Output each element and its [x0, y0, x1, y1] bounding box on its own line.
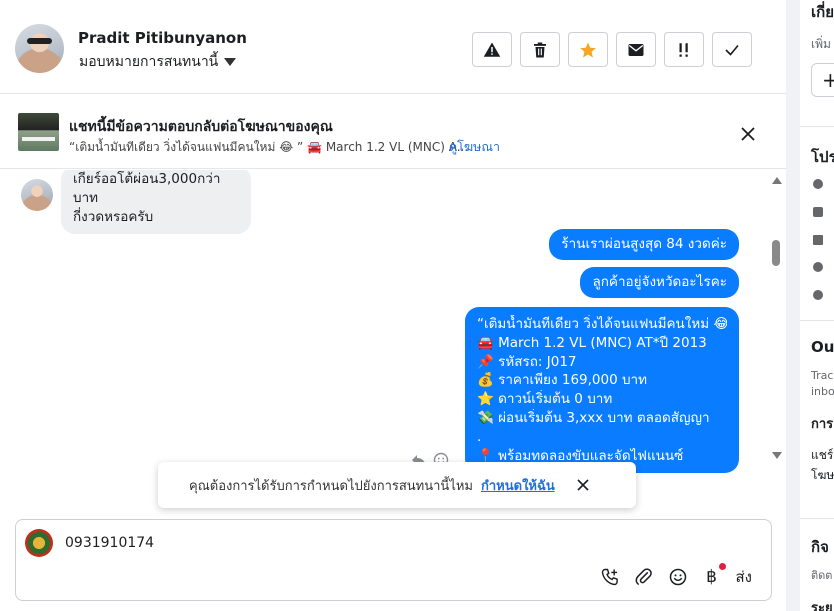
share-text: แชร์ [811, 448, 834, 462]
ad-banner-title: แชทนี้มีข้อความตอบกลับต่อโฆษณาของคุณ [69, 119, 333, 135]
message-line: 📌 รหัสรถ: J017 [477, 353, 577, 370]
close-banner-button[interactable] [738, 124, 758, 144]
activity-heading: กิจ [811, 538, 829, 556]
phone-plus-icon [601, 568, 618, 586]
location-pin-icon [813, 290, 823, 300]
conversation-header: Pradit Pitibunyanon มอบหมายการสนทนานี้ [0, 0, 786, 94]
double-exclamation-icon [679, 42, 688, 57]
activity-sub: ติดต [811, 569, 833, 582]
contact-avatar[interactable] [15, 24, 64, 73]
page-avatar [25, 529, 53, 557]
assign-dropdown[interactable]: มอบหมายการสนทนานี้ [79, 51, 237, 73]
location-pin-icon [813, 262, 823, 272]
add-button[interactable]: + [811, 63, 834, 97]
scroll-up-arrow-icon[interactable] [772, 177, 782, 184]
composer-toolbar: ฿ ส่ง [600, 563, 752, 589]
toast-message: คุณต้องการได้รับการกำหนดไปยังการสนทนานี้… [189, 478, 473, 494]
contact-avatar-small [21, 179, 53, 211]
contact-name[interactable]: Pradit Pitibunyanon [78, 29, 247, 47]
message-composer: ฿ ส่ง [15, 519, 772, 601]
check-icon [725, 44, 739, 56]
graduation-cap-icon [813, 235, 823, 245]
assign-toast: คุณต้องการได้รับการกำหนดไปยังการสนทนานี้… [158, 462, 636, 508]
message-line: “เติมน้ำมันทีเดียว วิ่งได้จนแฟนมีคนใหม่ … [477, 316, 727, 332]
star-icon [580, 42, 596, 57]
caret-down-icon [224, 58, 237, 66]
scroll-down-arrow-icon[interactable] [772, 452, 782, 459]
message-line: กี่งวดหรอครับ [73, 209, 154, 225]
add-label: เพิ่ม [811, 37, 831, 51]
emoji-button[interactable] [668, 567, 688, 587]
trash-icon [534, 42, 546, 57]
view-ad-link[interactable]: ดูโฆษณา [449, 137, 500, 157]
divider [800, 320, 834, 321]
notification-dot [718, 563, 726, 570]
clock-icon [813, 179, 823, 189]
message-line: ⭐ ดาวน์เริ่มต้น 0 บาท [477, 391, 613, 408]
done-button[interactable] [712, 32, 752, 67]
message-scrollbar[interactable] [769, 170, 783, 463]
outcome-sub: inbo [811, 385, 834, 398]
message-line: 🚘 March 1.2 VL (MNC) AT*ปี 2013 [477, 334, 707, 351]
scroll-thumb[interactable] [772, 240, 780, 266]
outgoing-message[interactable]: ร้านเราผ่อนสูงสุด 84 งวดค่ะ [549, 229, 739, 260]
panel-divider [786, 0, 800, 611]
message-line: 💸 ผ่อนเริ่มต้น 3,xxx บาท ตลอดสัญญา [477, 409, 710, 426]
call-button[interactable] [600, 567, 620, 587]
baht-icon: ฿ [706, 567, 717, 587]
details-heading: เกี่ย [811, 3, 834, 21]
briefcase-icon [813, 207, 823, 217]
follow-up-button[interactable] [664, 32, 704, 67]
star-button[interactable] [568, 32, 608, 67]
close-icon[interactable] [575, 477, 591, 493]
alert-button[interactable] [472, 32, 512, 67]
divider [800, 518, 834, 519]
outcome-sub: Trac [811, 369, 834, 382]
send-button[interactable]: ส่ง [736, 565, 752, 589]
section-heading: การ [811, 417, 834, 432]
delete-button[interactable] [520, 32, 560, 67]
divider [800, 126, 834, 127]
attach-button[interactable] [634, 567, 654, 587]
bottom-heading: ระย [811, 601, 833, 611]
conversation-toolbar [472, 32, 752, 67]
close-icon [741, 127, 755, 141]
assign-label: มอบหมายการสนทนานี้ [79, 54, 219, 70]
mark-unread-button[interactable] [616, 32, 656, 67]
paperclip-icon [635, 568, 652, 585]
smiley-icon [669, 568, 686, 586]
warning-icon [483, 42, 501, 57]
chat-pane: Pradit Pitibunyanon มอบหมายการสนทนานี้ แ… [0, 0, 786, 611]
contact-details-panel: เกี่ย เพิ่ม + โปร Ou Trac inbo การ แชร์ … [800, 0, 834, 611]
outgoing-message[interactable]: ลูกค้าอยู่จังหวัดอะไรคะ [580, 267, 739, 298]
message-line: เกียร์ออโต้ผ่อน3,000กว่าบาท [73, 171, 221, 206]
ad-banner-subtitle: “เติมน้ำมันทีเดียว วิ่งได้จนแฟนมีคนใหม่ … [69, 140, 469, 154]
message-input[interactable] [65, 535, 665, 551]
message-line: 💰 ราคาเพียง 169,000 บาท [477, 372, 648, 389]
payment-button[interactable]: ฿ [702, 563, 726, 587]
envelope-icon [628, 43, 644, 56]
outgoing-ad-message[interactable]: “เติมน้ำมันทีเดียว วิ่งได้จนแฟนมีคนใหม่ … [465, 307, 739, 474]
outcome-heading: Ou [811, 338, 834, 356]
share-text: โฆษ [811, 468, 834, 482]
message-line: . [477, 428, 482, 445]
profile-heading: โปร [811, 148, 834, 166]
assign-to-me-link[interactable]: กำหนดให้ฉัน [481, 475, 555, 496]
ad-thumbnail[interactable] [18, 113, 59, 151]
incoming-message[interactable]: เกียร์ออโต้ผ่อน3,000กว่าบาท กี่งวดหรอครั… [61, 170, 251, 234]
